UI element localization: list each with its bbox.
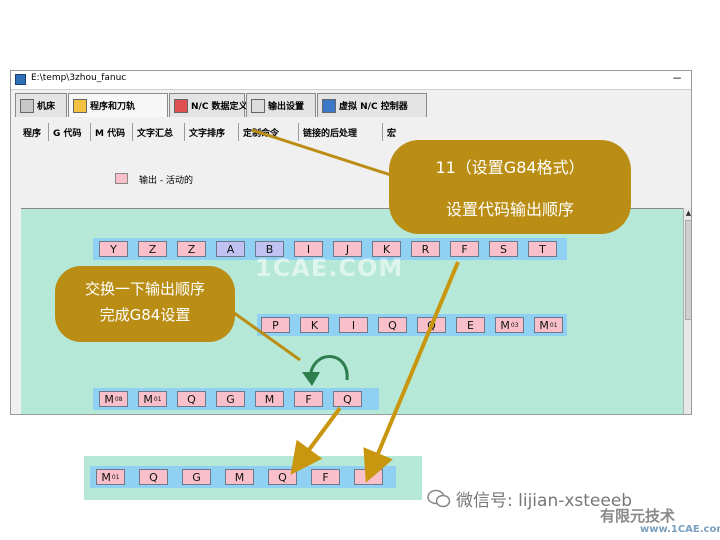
callout-swap-order: 交换一下输出顺序 完成G84设置 bbox=[55, 266, 235, 342]
logo-url: www.1CAE.com bbox=[640, 524, 720, 535]
callout-left-line1: 交换一下输出顺序 bbox=[84, 280, 205, 298]
callout-top-line1: 11（设置G84格式） bbox=[435, 158, 585, 177]
wechat-icon bbox=[427, 489, 451, 508]
callout-pointer bbox=[251, 128, 401, 180]
arrow-f-down bbox=[363, 261, 460, 483]
arrow-q-down bbox=[290, 406, 342, 475]
callout-top-line2: 设置代码输出顺序 bbox=[445, 200, 574, 219]
callout-left-line2: 完成G84设置 bbox=[99, 306, 191, 324]
callout-left-pointer bbox=[229, 308, 301, 362]
swap-arrowhead bbox=[302, 372, 320, 386]
callout-set-g84-format: 11（设置G84格式） 设置代码输出顺序 bbox=[389, 140, 631, 234]
logo-text: 有限元技术 bbox=[600, 507, 676, 525]
